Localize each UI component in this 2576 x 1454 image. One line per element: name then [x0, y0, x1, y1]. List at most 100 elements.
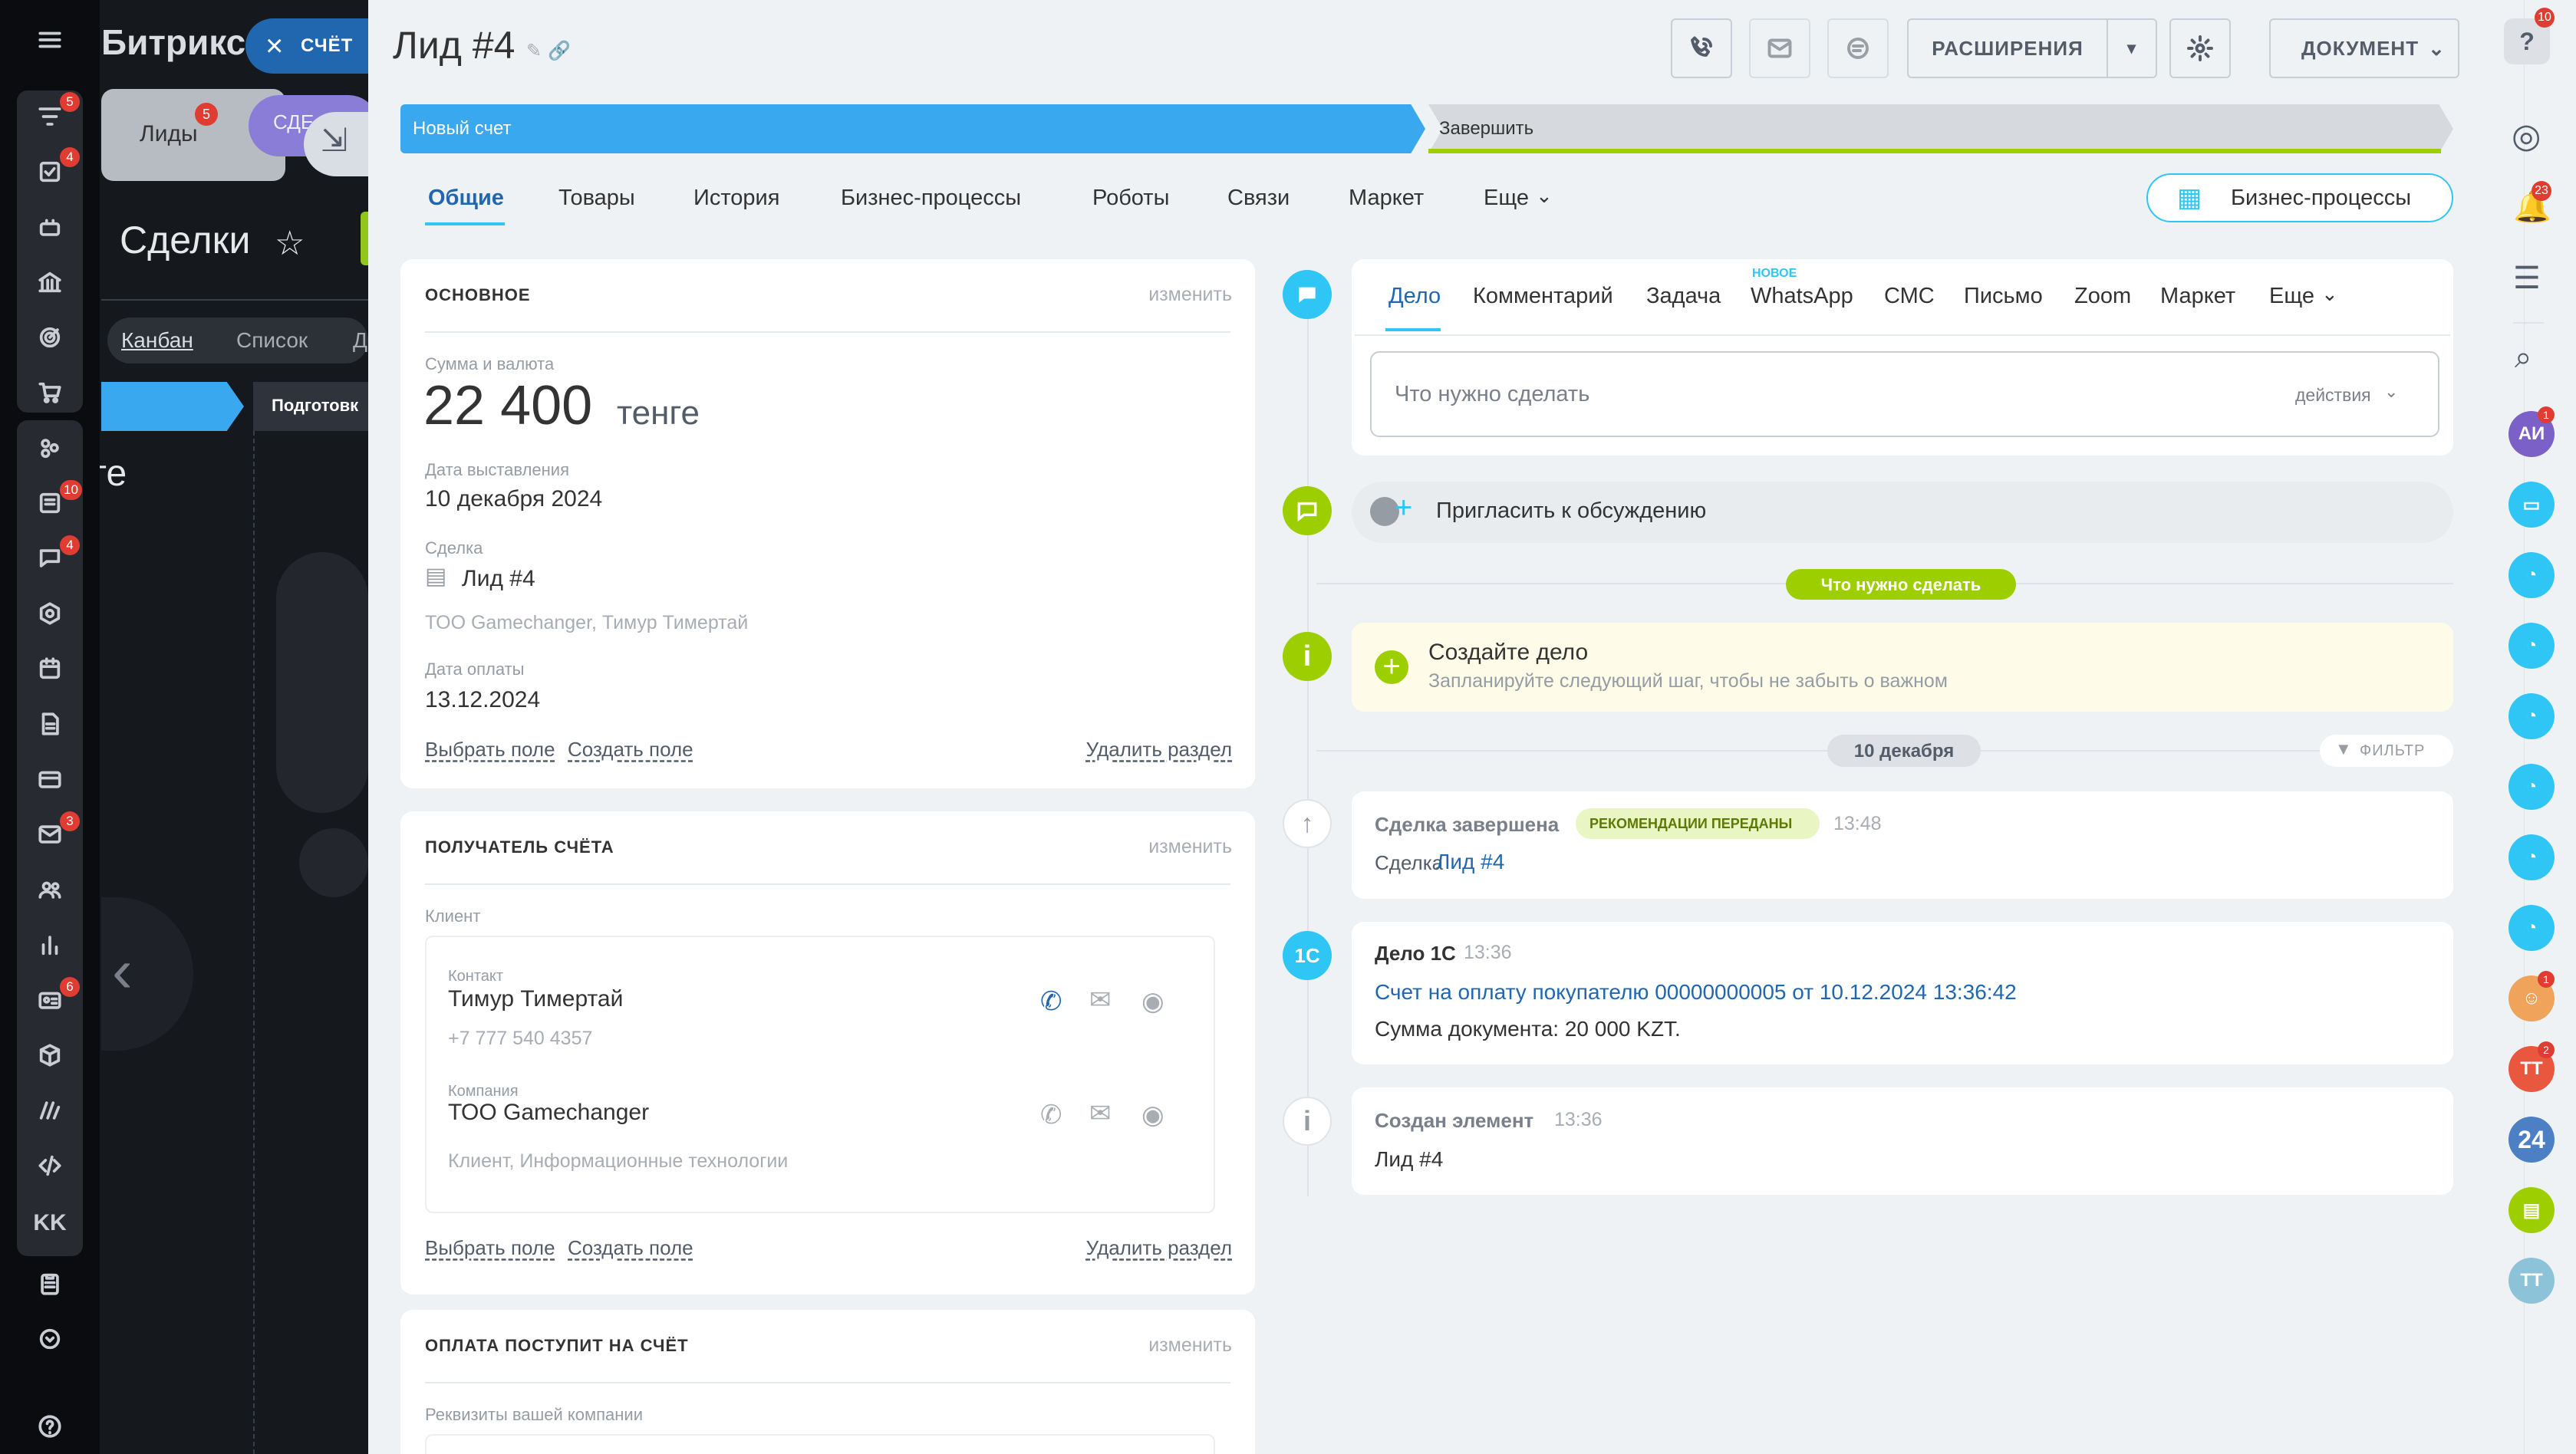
tab-general[interactable]: Общие — [428, 186, 504, 211]
messenger-icon[interactable]: ☰ — [2513, 261, 2541, 296]
tab-activity[interactable]: Дело — [1388, 284, 1441, 309]
edit-link[interactable]: изменить — [1148, 836, 1232, 858]
target-icon[interactable] — [33, 321, 67, 354]
create-field-link[interactable]: Создать поле — [568, 738, 693, 762]
star-icon[interactable]: ☆ — [275, 224, 305, 263]
box-icon[interactable] — [33, 1038, 67, 1072]
copilot-icon[interactable]: ◎ — [2512, 117, 2541, 156]
close-icon: × — [265, 29, 284, 63]
edit-link[interactable]: изменить — [1148, 284, 1232, 306]
search-icon[interactable]: ⌕ — [2515, 340, 2532, 375]
view-kanban[interactable]: Канбан — [121, 328, 193, 353]
chat-bubble-icon[interactable]: ◉ — [1141, 986, 1164, 1017]
link-icon[interactable]: 🔗 — [548, 40, 571, 62]
message-button[interactable] — [1827, 18, 1889, 78]
decor-shape — [299, 828, 368, 897]
sites-icon[interactable] — [33, 431, 67, 465]
calendar-icon[interactable] — [33, 652, 67, 686]
extensions-button[interactable]: РАСШИРЕНИЯ — [1907, 18, 2108, 78]
user-clock-icon[interactable]: ◔ — [2508, 623, 2555, 669]
choose-field-link[interactable]: Выбрать поле — [425, 738, 555, 762]
tab-sms[interactable]: СМС — [1884, 284, 1935, 309]
chat-icon[interactable]: ▭ — [2508, 482, 2555, 528]
mail-icon[interactable]: ✉ — [1089, 1098, 1112, 1129]
stage-new-invoice[interactable] — [400, 104, 1425, 153]
robot-icon[interactable] — [33, 210, 67, 244]
delete-section-link[interactable]: Удалить раздел — [1086, 738, 1232, 762]
email-button[interactable] — [1749, 18, 1810, 78]
tab-products[interactable]: Товары — [558, 186, 635, 211]
section-title: ПОЛУЧАТЕЛЬ СЧЁТА — [425, 837, 614, 857]
stage-finish[interactable] — [1428, 104, 2453, 153]
user-clock-icon[interactable]: ◔ — [2508, 905, 2555, 951]
contact-phone[interactable]: +7 777 540 4357 — [448, 1028, 592, 1050]
tab-robots[interactable]: Роботы — [1092, 186, 1169, 211]
analytics-icon[interactable] — [33, 928, 67, 962]
deal-value[interactable]: Лид #4 — [462, 566, 535, 592]
divider — [2513, 322, 2544, 324]
tab-more[interactable]: Еще — [2269, 284, 2314, 309]
kk-app-label[interactable]: KK — [33, 1210, 67, 1241]
item-link[interactable]: Лид #4 — [1436, 850, 1504, 874]
invoice-link[interactable]: Счет на оплату покупателю 00000000005 от… — [1375, 980, 2017, 1005]
help-icon[interactable] — [33, 1410, 67, 1443]
tab-zoom[interactable]: Zoom — [2074, 284, 2131, 309]
contact-name[interactable]: Тимур Тимертай — [448, 986, 623, 1012]
add-button-edge[interactable] — [361, 212, 368, 265]
menu-icon[interactable] — [33, 23, 67, 57]
tab-more[interactable]: Еще — [1484, 186, 1529, 211]
bank-icon[interactable] — [33, 265, 67, 299]
tab-email[interactable]: Письмо — [1964, 284, 2043, 309]
phone-icon[interactable]: ✆ — [1040, 986, 1062, 1017]
actions-dropdown[interactable]: действия — [2295, 385, 2371, 406]
delete-section-link[interactable]: Удалить раздел — [1086, 1236, 1232, 1260]
document-button[interactable]: ДОКУМЕНТ ⌄ — [2269, 18, 2459, 78]
tab-whatsapp[interactable]: WhatsApp — [1751, 284, 1853, 309]
avatar[interactable]: ТТ — [2508, 1258, 2555, 1304]
user-clock-icon[interactable]: ◔ — [2508, 764, 2555, 810]
marketing-icon[interactable] — [33, 1094, 67, 1127]
drive-icon[interactable] — [33, 762, 67, 796]
tab-history[interactable]: История — [693, 186, 779, 211]
view-list[interactable]: Список — [236, 328, 308, 353]
tab-links[interactable]: Связи — [1227, 186, 1290, 211]
clipboard-icon[interactable] — [33, 1267, 67, 1301]
nav-badge: 4 — [60, 535, 80, 555]
hexagon-icon[interactable] — [33, 597, 67, 630]
tab-comment[interactable]: Комментарий — [1473, 284, 1613, 309]
cart-icon[interactable] — [33, 376, 67, 410]
tab-business-processes[interactable]: Бизнес-процессы — [841, 186, 1021, 211]
tab-market[interactable]: Маркет — [1349, 186, 1424, 211]
phone-icon[interactable]: ✆ — [1040, 1100, 1062, 1130]
chevron-down-icon: ⌄ — [2428, 36, 2446, 60]
nav-badge: 10 — [60, 480, 82, 500]
notes-icon[interactable]: ▤ — [2508, 1187, 2555, 1233]
pencil-icon[interactable]: ✎ — [526, 40, 542, 62]
add-icon[interactable]: + — [1375, 650, 1408, 684]
tab-market[interactable]: Маркет — [2160, 284, 2235, 309]
more-icon[interactable] — [33, 1322, 67, 1356]
users-icon[interactable] — [33, 873, 67, 906]
chat-bubble-icon[interactable]: ◉ — [1141, 1100, 1164, 1130]
code-icon[interactable] — [33, 1149, 67, 1183]
choose-field-link[interactable]: Выбрать поле — [425, 1236, 555, 1260]
mail-icon[interactable]: ✉ — [1089, 985, 1112, 1015]
user-clock-icon[interactable]: ◔ — [2508, 693, 2555, 739]
extensions-dropdown[interactable]: ▾ — [2107, 18, 2157, 78]
user-clock-icon[interactable]: ◔ — [2508, 834, 2555, 880]
avatar[interactable]: 24 — [2508, 1117, 2555, 1163]
mail-icon — [1767, 38, 1792, 58]
create-field-link[interactable]: Создать поле — [568, 1236, 693, 1260]
company-name[interactable]: ТОО Gamechanger — [448, 1100, 649, 1126]
user-clock-icon[interactable]: ◔ — [2508, 552, 2555, 598]
edit-link[interactable]: изменить — [1148, 1334, 1232, 1357]
tab-task[interactable]: Задача — [1646, 284, 1721, 309]
create-activity-card[interactable] — [1352, 623, 2453, 712]
view-more[interactable]: Д — [353, 328, 367, 353]
settings-button[interactable] — [2169, 18, 2231, 78]
document-icon[interactable] — [33, 707, 67, 741]
call-button[interactable] — [1671, 18, 1732, 78]
stage-label: Подготовк — [272, 396, 359, 415]
minimize-icon: ⇲ — [321, 122, 348, 158]
chevron-left-icon[interactable]: ‹ — [112, 936, 133, 1006]
